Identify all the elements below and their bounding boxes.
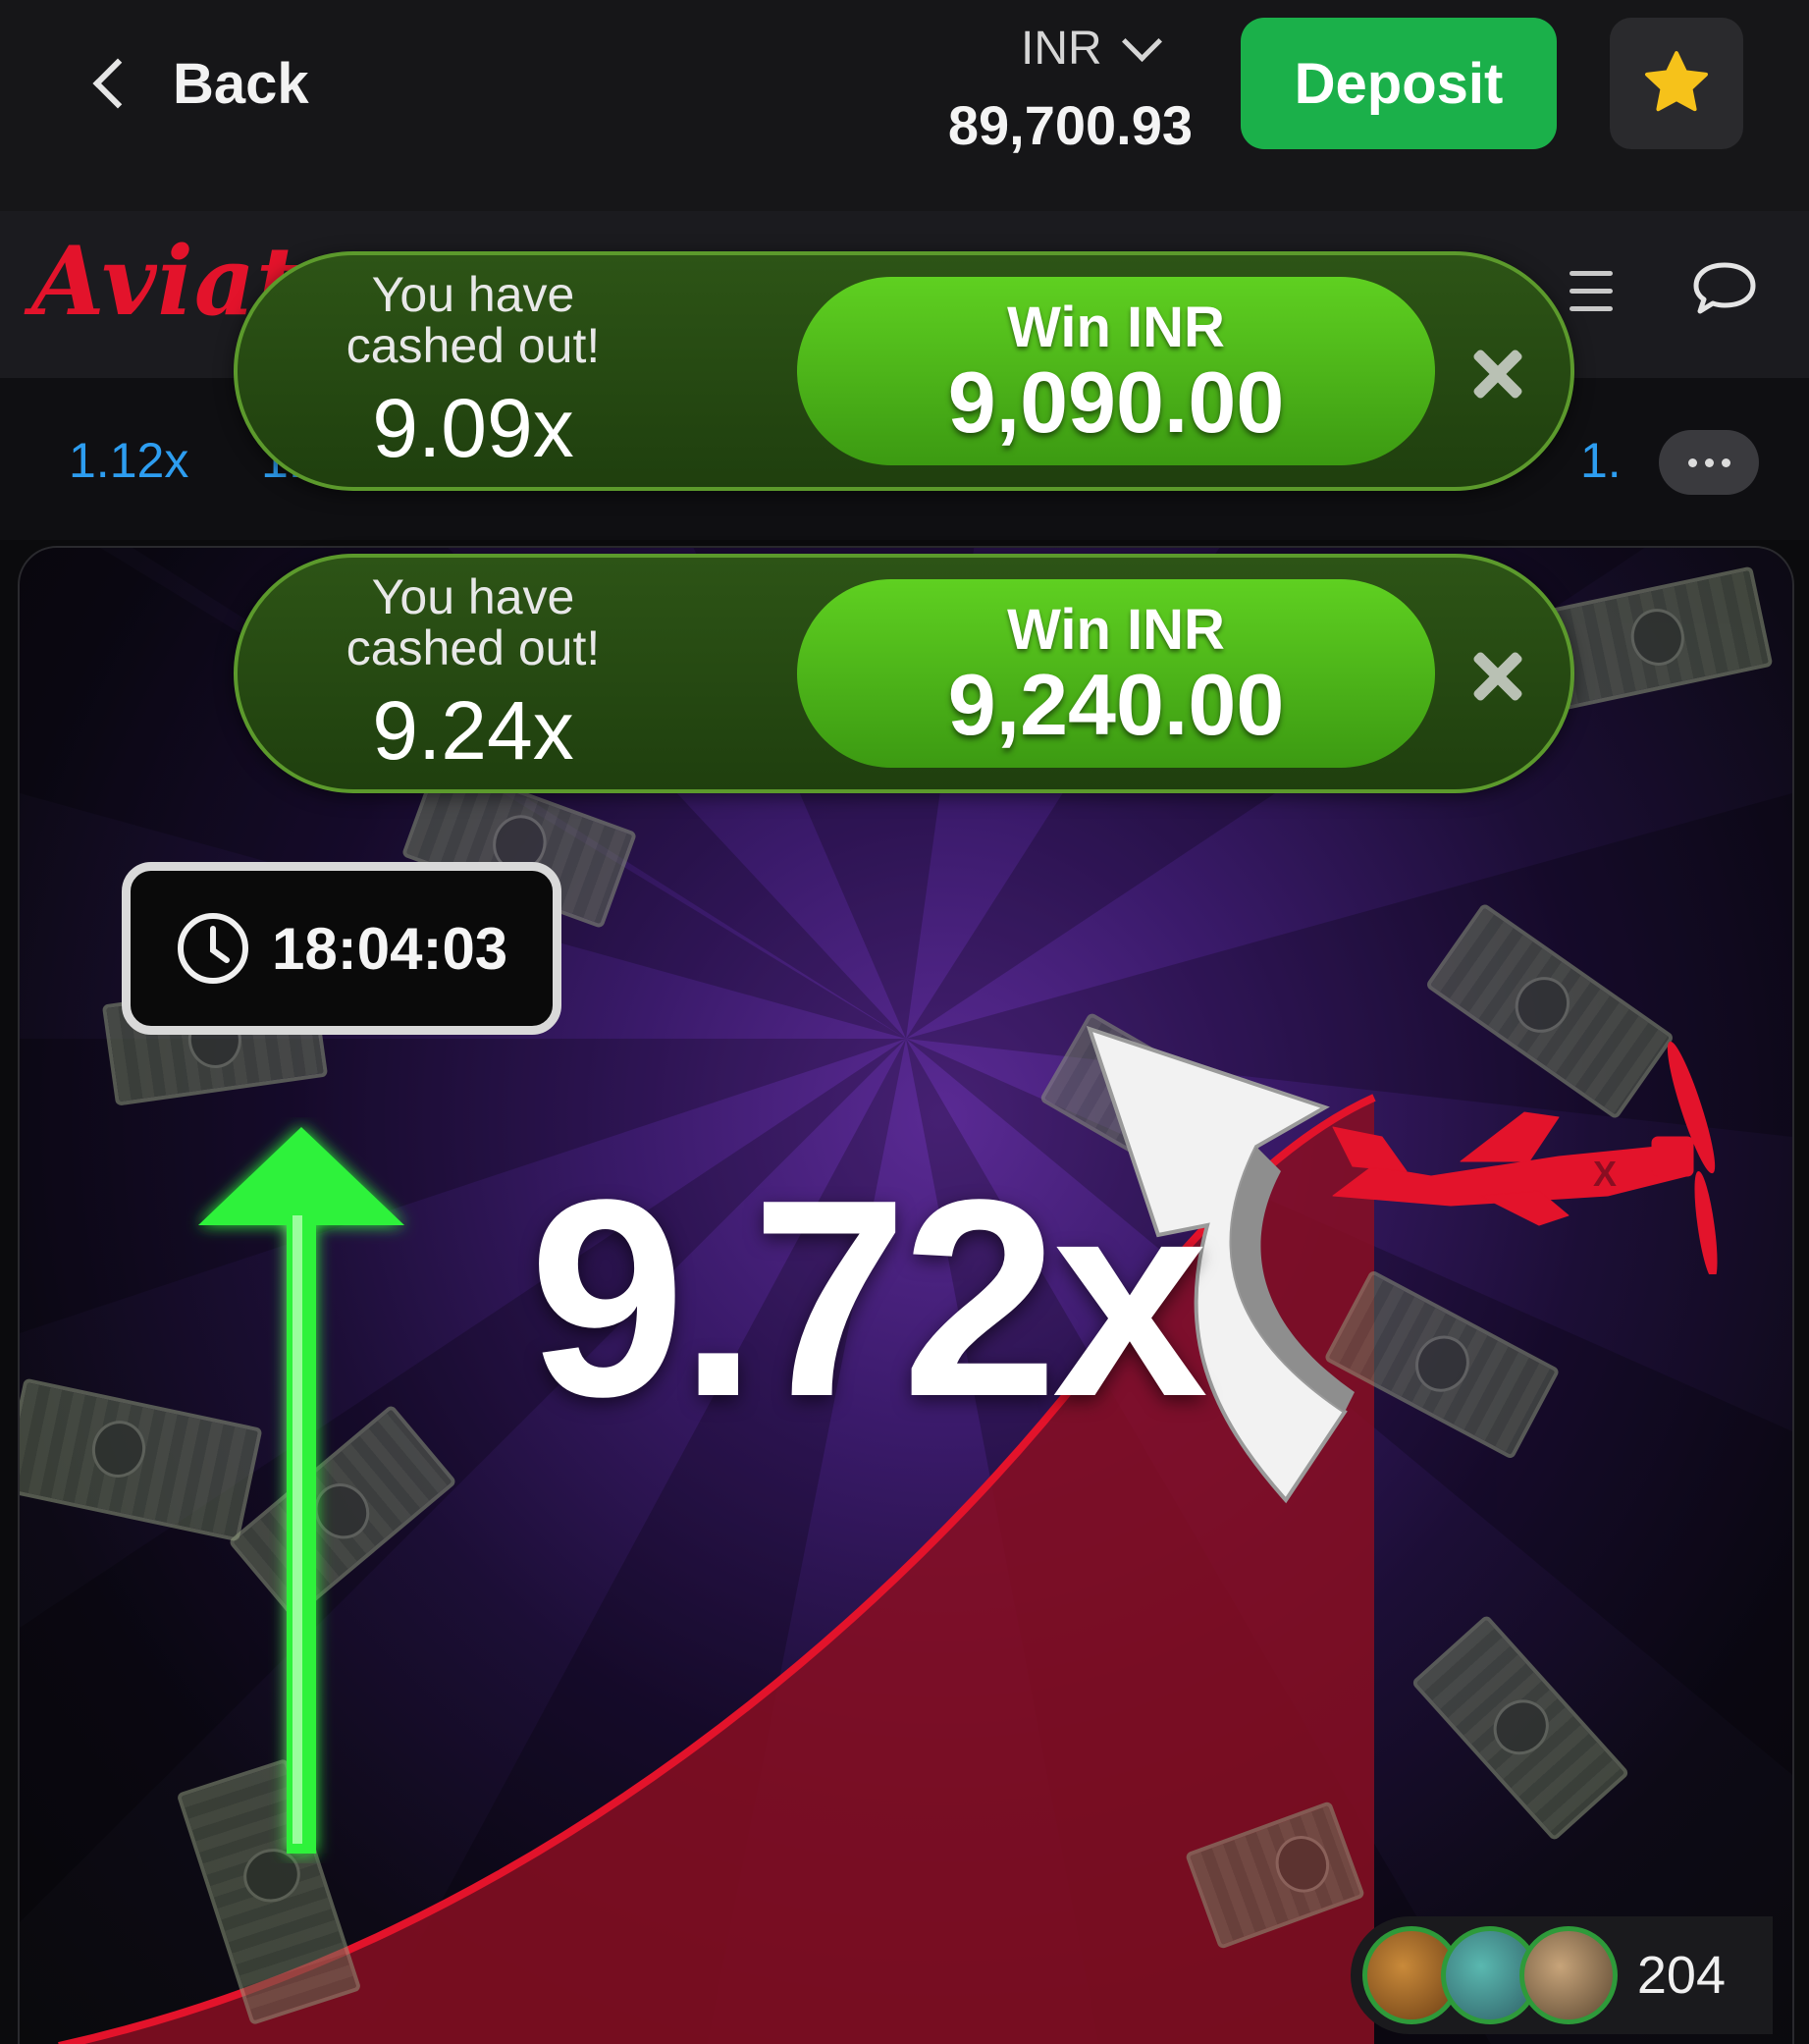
balance-amount: 89,700.93 (947, 94, 1193, 156)
back-button[interactable]: Back (88, 44, 309, 123)
menu-icon-bar (1570, 306, 1613, 311)
menu-icon-bar (1570, 271, 1613, 276)
close-icon[interactable] (1472, 350, 1521, 399)
cashout-toast: You have cashed out! 9.24x Win INR 9,240… (234, 554, 1574, 793)
win-label: Win INR (1007, 598, 1225, 662)
green-arrow-up-icon (198, 1127, 404, 1854)
current-multiplier: 9.72x (529, 1141, 1208, 1455)
star-icon (1645, 51, 1708, 112)
cashout-multiplier: 9.24x (372, 684, 574, 777)
dot (1721, 457, 1730, 467)
history-item[interactable]: 1.12x (69, 432, 188, 489)
menu-icon-bar (1570, 289, 1613, 294)
clock-icon (178, 913, 248, 984)
close-icon[interactable] (1472, 652, 1521, 701)
win-label: Win INR (1007, 296, 1225, 359)
menu-button[interactable] (1566, 267, 1621, 316)
timer-badge: 18:04:03 (122, 862, 561, 1035)
win-amount: 9,240.00 (947, 656, 1285, 753)
chevron-left-icon (92, 58, 143, 109)
cashout-toast: You have cashed out! 9.09x Win INR 9,090… (234, 251, 1574, 491)
chevron-down-icon (1121, 21, 1162, 62)
favorite-button[interactable] (1610, 18, 1743, 149)
timer-value: 18:04:03 (272, 915, 508, 982)
currency-code: INR (1021, 22, 1102, 75)
players-count: 204 (1636, 1946, 1726, 2005)
plane-icon: X (1332, 1041, 1718, 1274)
win-badge: Win INR 9,090.00 (797, 277, 1435, 465)
deposit-button[interactable]: Deposit (1241, 18, 1557, 149)
game-screen: Back INR 89,700.93 Deposit Aviator 1.12x… (0, 0, 1809, 2044)
svg-text:X: X (1593, 1154, 1617, 1194)
win-badge: Win INR 9,240.00 (797, 579, 1435, 768)
cashout-message: You have cashed out! (346, 569, 601, 675)
chat-button[interactable] (1690, 259, 1759, 320)
more-history-button[interactable] (1659, 430, 1759, 495)
currency-selector[interactable]: INR (1021, 14, 1197, 82)
avatar (1519, 1926, 1618, 2024)
cashout-message: You have cashed out! (346, 267, 601, 373)
chat-bubble-icon (1693, 262, 1756, 314)
back-label: Back (173, 51, 309, 116)
history-item[interactable]: 1. (1580, 432, 1622, 489)
dot (1704, 457, 1714, 467)
win-amount: 9,090.00 (947, 353, 1285, 451)
dot (1687, 457, 1697, 467)
cashout-multiplier: 9.09x (372, 382, 574, 474)
